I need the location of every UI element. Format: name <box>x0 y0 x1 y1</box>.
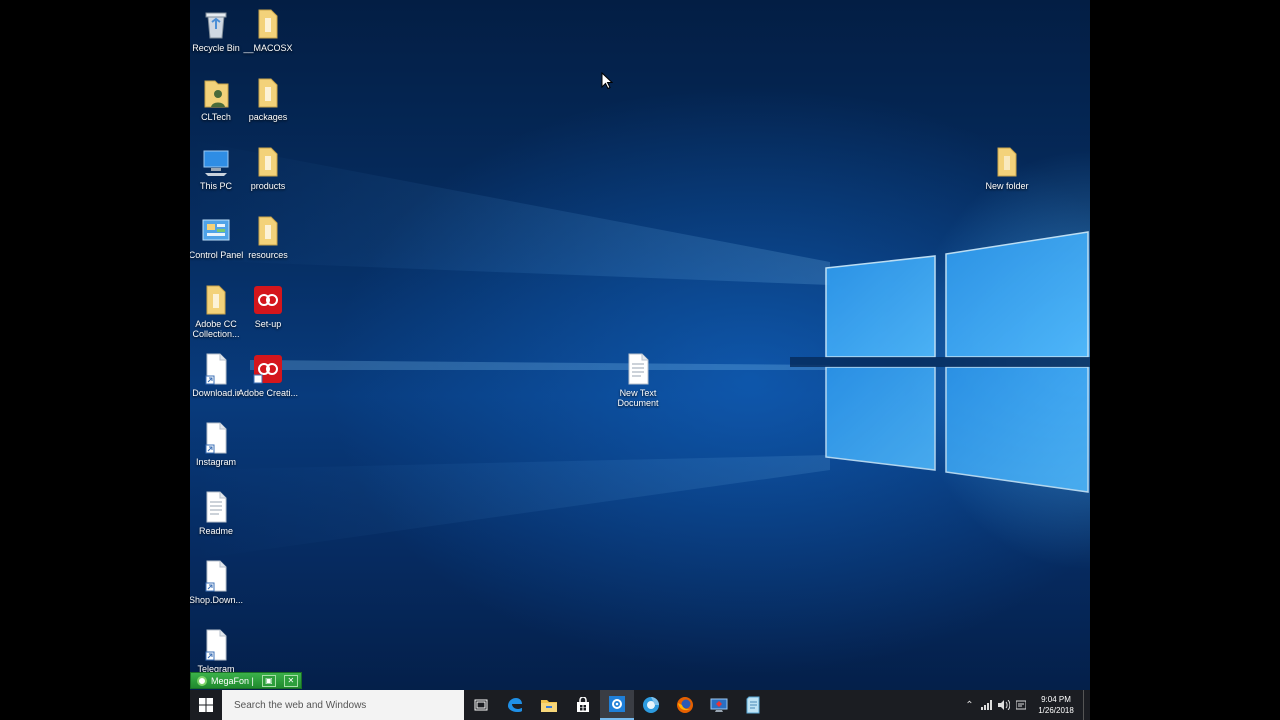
search-input[interactable] <box>232 698 464 712</box>
show-desktop-button[interactable] <box>1083 690 1090 720</box>
settings-icon <box>609 696 625 712</box>
folder-icon <box>201 284 231 316</box>
clock-time: 9:04 PM <box>1041 695 1071 704</box>
task-view-button[interactable] <box>464 690 498 720</box>
recycle-bin-icon <box>201 8 231 40</box>
notepad-icon <box>746 696 760 714</box>
volume-icon[interactable] <box>995 690 1012 720</box>
desktop-icon-instagram[interactable]: Instagram <box>190 422 247 467</box>
adobe-cc-icon <box>253 353 283 385</box>
megafon-restore-button[interactable]: ▣ <box>261 674 276 687</box>
megafon-logo-icon <box>197 675 207 686</box>
text-file-icon <box>201 491 231 523</box>
shortcut-file-icon <box>201 629 231 661</box>
megafon-label: MegaFon | <box>211 675 254 686</box>
folder-icon <box>253 215 283 247</box>
desktop[interactable]: Recycle Bin __MACOSX CLTech packages Thi… <box>190 0 1090 720</box>
windows-10-wallpaper <box>190 140 1090 560</box>
text-file-icon <box>623 353 653 385</box>
remote-desktop-button[interactable] <box>702 690 736 720</box>
browser-button[interactable] <box>634 690 668 720</box>
windows-logo-icon <box>199 698 213 712</box>
control-panel-icon <box>201 215 231 247</box>
remote-desktop-icon <box>710 698 728 712</box>
desktop-icon-packages[interactable]: packages <box>237 77 299 122</box>
desktop-icon-products[interactable]: products <box>237 146 299 191</box>
browser-icon <box>643 697 659 713</box>
clock-date: 1/26/2018 <box>1038 706 1074 715</box>
store-icon <box>577 697 589 712</box>
file-explorer-icon <box>541 700 557 712</box>
firefox-button[interactable] <box>668 690 702 720</box>
notepad-button[interactable] <box>736 690 770 720</box>
megafon-close-button[interactable]: ✕ <box>283 674 298 687</box>
desktop-icon-new-text-document[interactable]: New Text Document <box>607 353 669 408</box>
desktop-icon-set-up[interactable]: Set-up <box>237 284 299 329</box>
desktop-icon-resources[interactable]: resources <box>237 215 299 260</box>
adobe-cc-icon <box>253 284 283 316</box>
folder-icon <box>253 8 283 40</box>
store-button[interactable] <box>566 690 600 720</box>
mouse-pointer-icon <box>601 72 613 90</box>
start-button[interactable] <box>190 690 222 720</box>
desktop-icon-adobe-creative[interactable]: Adobe Creati... <box>237 353 299 398</box>
settings-button[interactable] <box>600 690 634 720</box>
folder-icon <box>253 146 283 178</box>
desktop-icon-readme[interactable]: Readme <box>190 491 247 536</box>
show-hidden-icons-button[interactable]: ⌃ <box>961 690 978 720</box>
desktop-icon-macosx[interactable]: __MACOSX <box>237 8 299 53</box>
shortcut-file-icon <box>201 560 231 592</box>
firefox-icon <box>677 697 693 713</box>
language-icon[interactable] <box>1012 690 1029 720</box>
desktop-icon-shop-down[interactable]: Shop.Down... <box>190 560 247 605</box>
network-icon[interactable] <box>978 690 995 720</box>
desktop-icon-telegram[interactable]: Telegram <box>190 629 247 674</box>
shortcut-file-icon <box>201 422 231 454</box>
system-tray: ⌃ 9:04 PM 1/26/2018 <box>961 690 1090 720</box>
task-view-icon <box>474 699 488 711</box>
user-folder-icon <box>201 77 231 109</box>
folder-icon <box>253 77 283 109</box>
shortcut-file-icon <box>201 353 231 385</box>
computer-icon <box>201 146 231 178</box>
taskbar: ⌃ 9:04 PM 1/26/2018 <box>190 690 1090 720</box>
megafon-toolbar[interactable]: MegaFon | ▣ ✕ <box>190 672 302 689</box>
desktop-icon-new-folder[interactable]: New folder <box>976 146 1038 191</box>
folder-icon <box>992 146 1022 178</box>
clock[interactable]: 9:04 PM 1/26/2018 <box>1029 694 1083 716</box>
edge-button[interactable] <box>498 690 532 720</box>
file-explorer-button[interactable] <box>532 690 566 720</box>
search-box[interactable] <box>222 690 464 720</box>
edge-icon <box>508 698 522 712</box>
